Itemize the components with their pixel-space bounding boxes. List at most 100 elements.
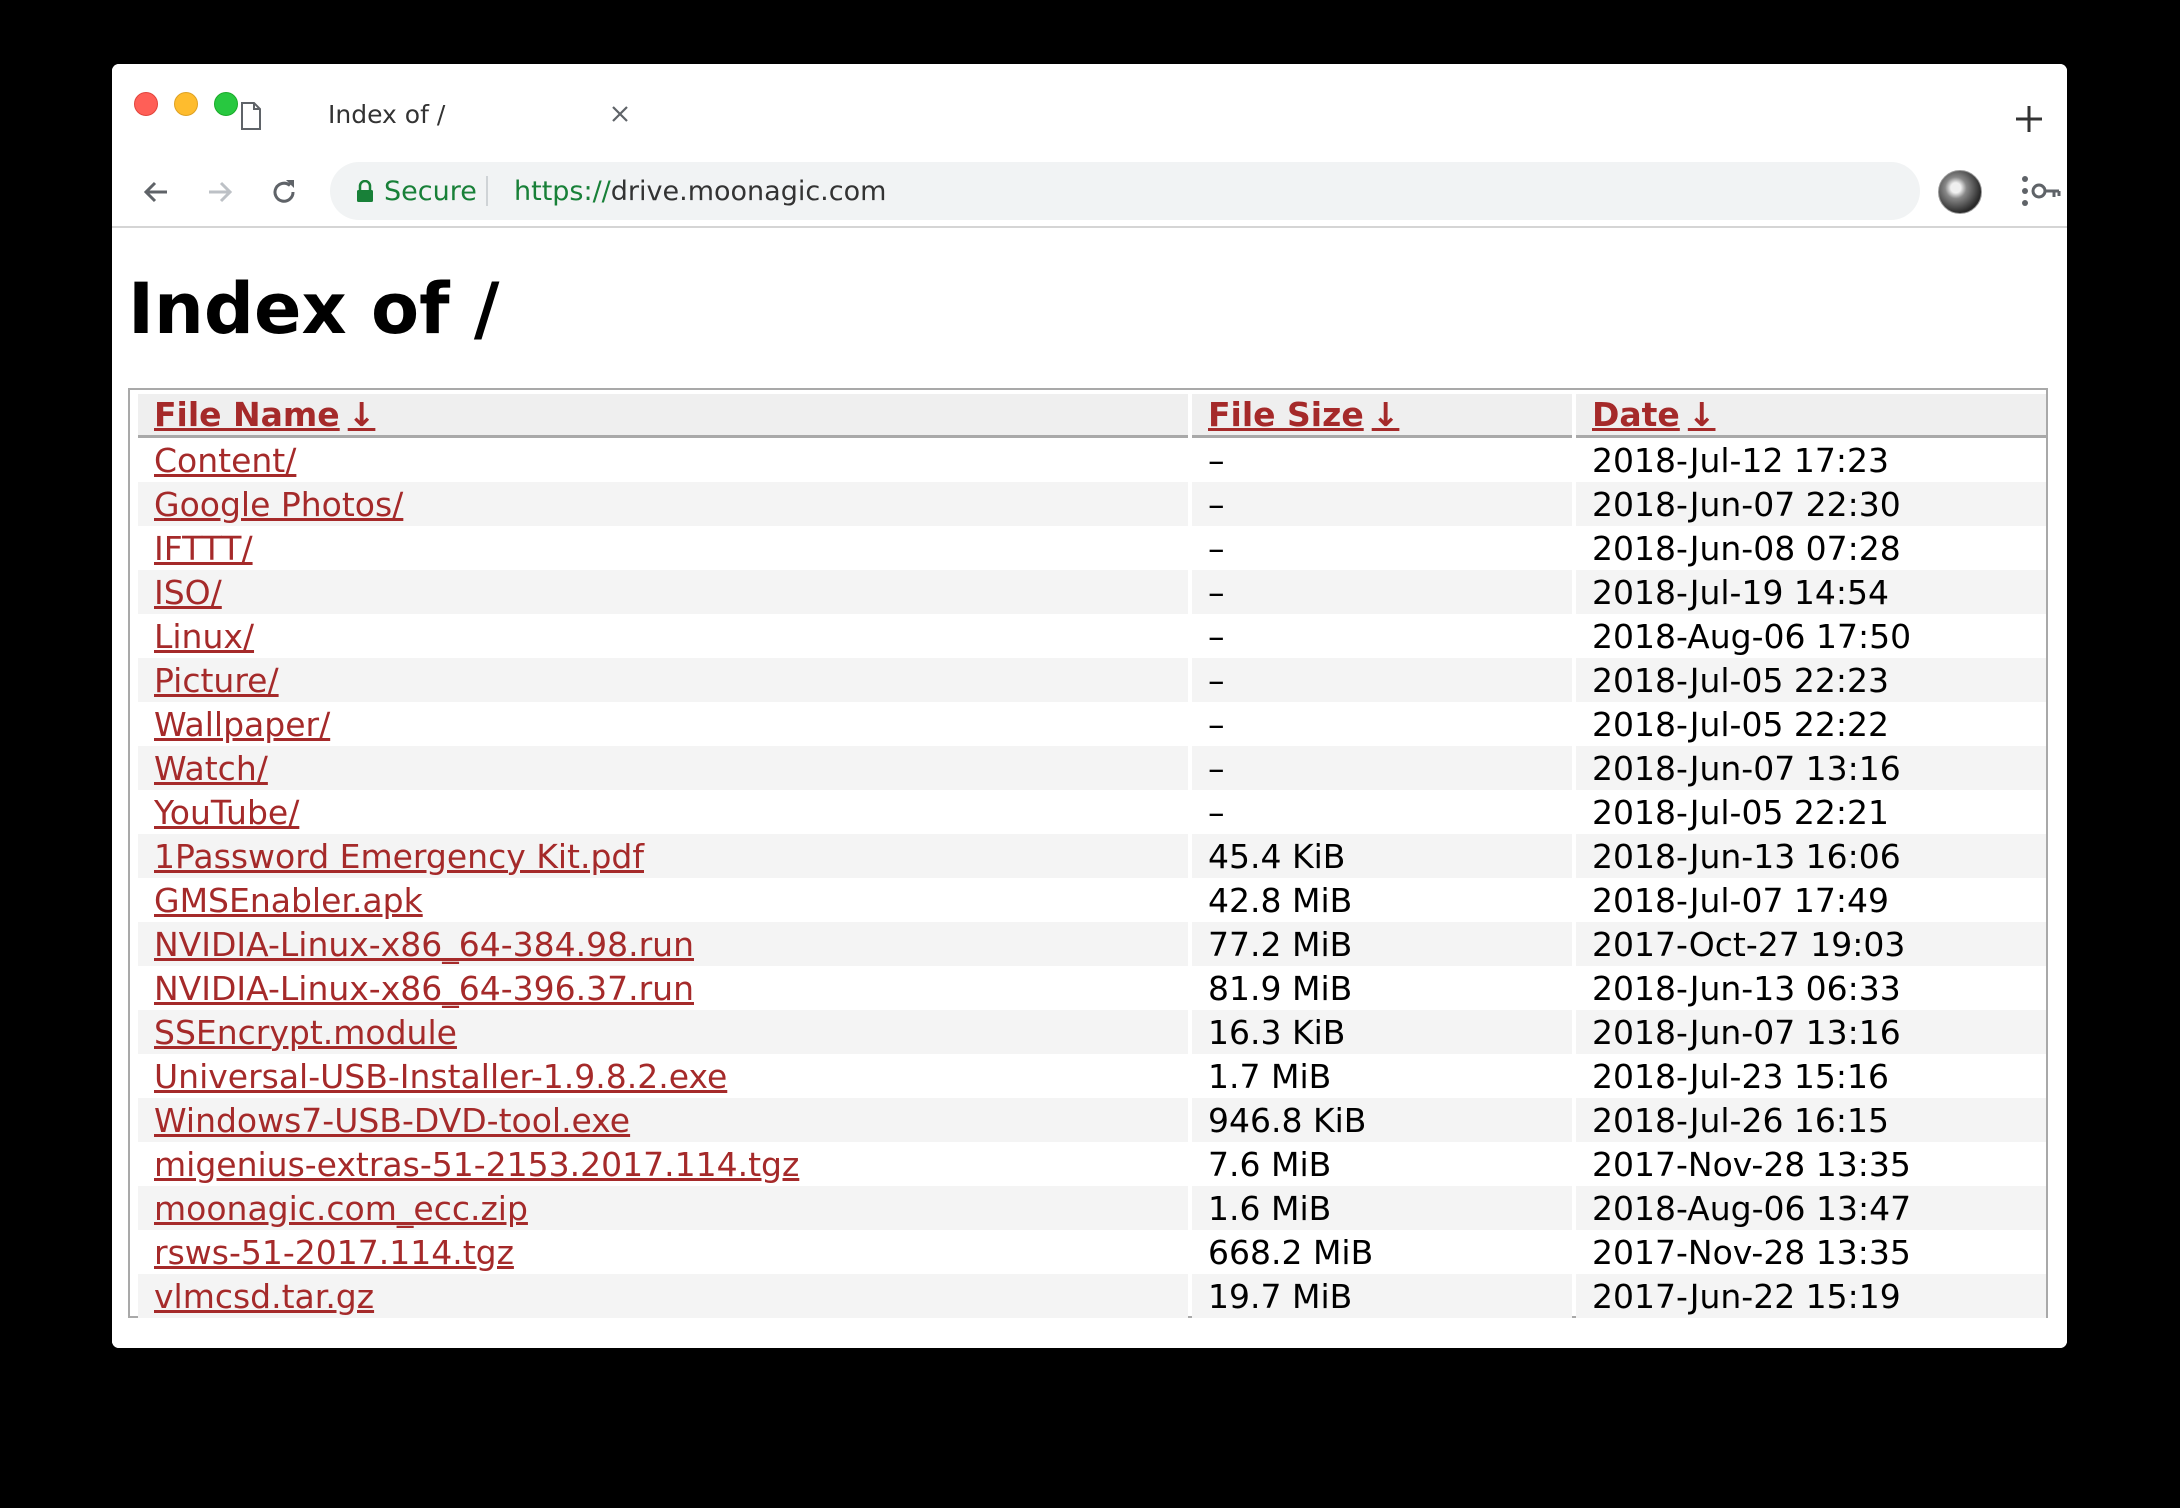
file-link[interactable]: Watch/ xyxy=(154,749,268,788)
file-size-cell: – xyxy=(1192,746,1572,790)
lock-icon xyxy=(357,180,373,202)
file-size-cell: 946.8 KiB xyxy=(1192,1098,1572,1142)
reload-icon[interactable] xyxy=(268,176,300,208)
file-link[interactable]: Google Photos/ xyxy=(154,485,403,524)
menu-dots-icon[interactable] xyxy=(2020,174,2030,208)
key-icon[interactable] xyxy=(2030,176,2062,206)
table-row: Watch/ –2018-Jun-07 13:16 xyxy=(138,746,2046,790)
sort-by-name-link[interactable]: File Name xyxy=(154,395,340,434)
file-name-cell: IFTTT/ xyxy=(138,526,1188,570)
file-name-cell: rsws-51-2017.114.tgz xyxy=(138,1230,1188,1274)
file-name-cell: moonagic.com_ecc.zip xyxy=(138,1186,1188,1230)
file-name-cell: Windows7-USB-DVD-tool.exe xyxy=(138,1098,1188,1142)
table-row: Universal-USB-Installer-1.9.8.2.exe 1.7 M… xyxy=(138,1054,2046,1098)
file-link[interactable]: Wallpaper/ xyxy=(154,705,330,744)
close-window-button[interactable] xyxy=(134,92,158,116)
back-arrow-icon[interactable] xyxy=(140,176,172,208)
file-size-cell: 19.7 MiB xyxy=(1192,1274,1572,1318)
sort-arrow-icon[interactable]: ↓ xyxy=(1688,395,1716,434)
file-size-cell: – xyxy=(1192,570,1572,614)
tab-title[interactable]: Index of / xyxy=(328,100,445,129)
header-file-size[interactable]: File Size ↓ xyxy=(1192,394,1572,438)
file-size-cell: – xyxy=(1208,704,1225,744)
sort-arrow-icon[interactable]: ↓ xyxy=(348,395,376,434)
file-date-cell: 2018-Aug-06 13:47 xyxy=(1576,1186,2046,1230)
file-date-cell: 2018-Jul-26 16:15 xyxy=(1576,1098,2046,1142)
file-link[interactable]: Content/ xyxy=(154,441,296,480)
header-file-name[interactable]: File Name ↓ xyxy=(138,394,1188,438)
file-link[interactable]: Universal-USB-Installer-1.9.8.2.exe xyxy=(154,1057,727,1096)
url-protocol: https:// xyxy=(514,176,611,207)
file-date-cell: 2017-Oct-27 19:03 xyxy=(1576,922,2046,966)
browser-toolbar: Secure https://drive.moonagic.com xyxy=(112,156,2067,228)
table-row: rsws-51-2017.114.tgz 668.2 MiB 2017-Nov-28… xyxy=(138,1230,2046,1274)
forward-arrow-icon[interactable] xyxy=(204,176,236,208)
file-link[interactable]: 1Password Emergency Kit.pdf xyxy=(154,837,644,876)
close-tab-icon[interactable] xyxy=(608,102,632,126)
file-link[interactable]: Linux/ xyxy=(154,617,254,656)
sort-by-size-link[interactable]: File Size xyxy=(1208,395,1364,434)
file-link[interactable]: GMSEnabler.apk xyxy=(154,881,423,920)
table-row: Linux/ – 2018-Aug-06 17:50 xyxy=(138,614,2046,658)
table-row: YouTube/ – 2018-Jul-05 22:21 xyxy=(138,790,2046,834)
table-row: NVIDIA-Linux-x86_64-384.98.run 77.2 MiB 20… xyxy=(138,922,2046,966)
file-name-cell: Google Photos/ xyxy=(138,482,1188,526)
table-row: Wallpaper/ – 2018-Jul-05 22:22 xyxy=(138,702,2046,746)
sort-arrow-icon[interactable]: ↓ xyxy=(1372,395,1400,434)
file-size-cell: 16.3 KiB xyxy=(1192,1010,1572,1054)
omnibox-divider xyxy=(486,176,488,206)
header-date[interactable]: Date ↓ xyxy=(1576,394,2046,438)
table-row: IFTTT/ – 2018-Jun-08 07:28 xyxy=(138,526,2046,570)
url-text[interactable]: https://drive.moonagic.com xyxy=(514,176,886,207)
url-host: drive.moonagic.com xyxy=(610,176,887,207)
table-row: GMSEnabler.apk 42.8 MiB 2018-Jul-07 17:49 xyxy=(138,878,2046,922)
file-name-cell: Picture/ xyxy=(138,658,1188,702)
file-link[interactable]: NVIDIA-Linux-x86_64-384.98.run xyxy=(154,925,694,964)
document-icon xyxy=(241,102,261,130)
file-size-cell: 1.6 MiB xyxy=(1192,1186,1572,1230)
file-date-cell: 2018-Jul-19 14:54 xyxy=(1576,570,2046,614)
file-size-cell: 1.7 MiB xyxy=(1208,1056,1332,1096)
file-name-cell: Watch/ xyxy=(138,746,1188,790)
file-listing: File Name ↓ File Size ↓ Date ↓ Content/–201… xyxy=(128,388,2048,1318)
file-link[interactable]: moonagic.com_ecc.zip xyxy=(154,1189,528,1228)
file-link[interactable]: ISO/ xyxy=(154,573,222,612)
file-link[interactable]: SSEncrypt.module xyxy=(154,1013,457,1052)
file-date-cell: 2018-Jul-23 15:16 xyxy=(1592,1056,1890,1096)
file-link[interactable]: IFTTT/ xyxy=(154,529,253,568)
table-row: Google Photos/ –2018-Jun-07 22:30 xyxy=(138,482,2046,526)
file-link[interactable]: migenius-extras-51-2153.2017.114.tgz xyxy=(154,1145,799,1184)
new-tab-icon[interactable] xyxy=(2012,102,2046,136)
table-row: migenius-extras-51-2153.2017.114.tgz 7.6 … xyxy=(138,1142,2046,1186)
table-row: SSEncrypt.module 16.3 KiB 2018-Jun-07 13:1… xyxy=(138,1010,2046,1054)
file-link[interactable]: rsws-51-2017.114.tgz xyxy=(154,1233,514,1272)
file-name-cell: Universal-USB-Installer-1.9.8.2.exe xyxy=(138,1054,1188,1098)
browser-window: Index of / Secure https://drive.moonagic xyxy=(112,64,2067,1348)
file-size-cell: – xyxy=(1208,440,1225,480)
file-name-cell: SSEncrypt.module xyxy=(138,1010,1188,1054)
tab-strip: Index of / xyxy=(112,64,2067,156)
file-link[interactable]: Picture/ xyxy=(154,661,279,700)
profile-avatar[interactable] xyxy=(1938,170,1982,214)
file-size-cell: 45.4 KiB xyxy=(1192,834,1572,878)
table-row: ISO/ –2018-Jul-19 14:54 xyxy=(138,570,2046,614)
file-date-cell: 2017-Jun-22 15:19 xyxy=(1576,1274,2046,1318)
table-row: vlmcsd.tar.gz 19.7 MiB 2017-Jun-22 15:19 xyxy=(138,1274,2046,1318)
file-size-cell: – xyxy=(1192,482,1572,526)
file-link[interactable]: Windows7-USB-DVD-tool.exe xyxy=(154,1101,630,1140)
file-date-cell: 2017-Nov-28 13:35 xyxy=(1592,1144,1911,1184)
table-row: Content/ – 2018-Jul-12 17:23 xyxy=(138,438,2046,482)
file-date-cell: 2018-Jun-07 13:16 xyxy=(1576,1010,2046,1054)
file-link[interactable]: NVIDIA-Linux-x86_64-396.37.run xyxy=(154,969,694,1008)
file-link[interactable]: YouTube/ xyxy=(154,793,299,832)
table-row: Windows7-USB-DVD-tool.exe 946.8 KiB 2018-J… xyxy=(138,1098,2046,1142)
file-size-cell: 42.8 MiB xyxy=(1208,880,1353,920)
sort-by-date-link[interactable]: Date xyxy=(1592,395,1680,434)
minimize-window-button[interactable] xyxy=(174,92,198,116)
file-name-cell: 1Password Emergency Kit.pdf xyxy=(138,834,1188,878)
file-link[interactable]: vlmcsd.tar.gz xyxy=(154,1277,374,1316)
address-bar[interactable]: Secure https://drive.moonagic.com xyxy=(330,162,2061,220)
file-size-cell: – xyxy=(1208,528,1225,568)
page-title: Index of / xyxy=(128,268,500,350)
maximize-window-button[interactable] xyxy=(214,92,238,116)
